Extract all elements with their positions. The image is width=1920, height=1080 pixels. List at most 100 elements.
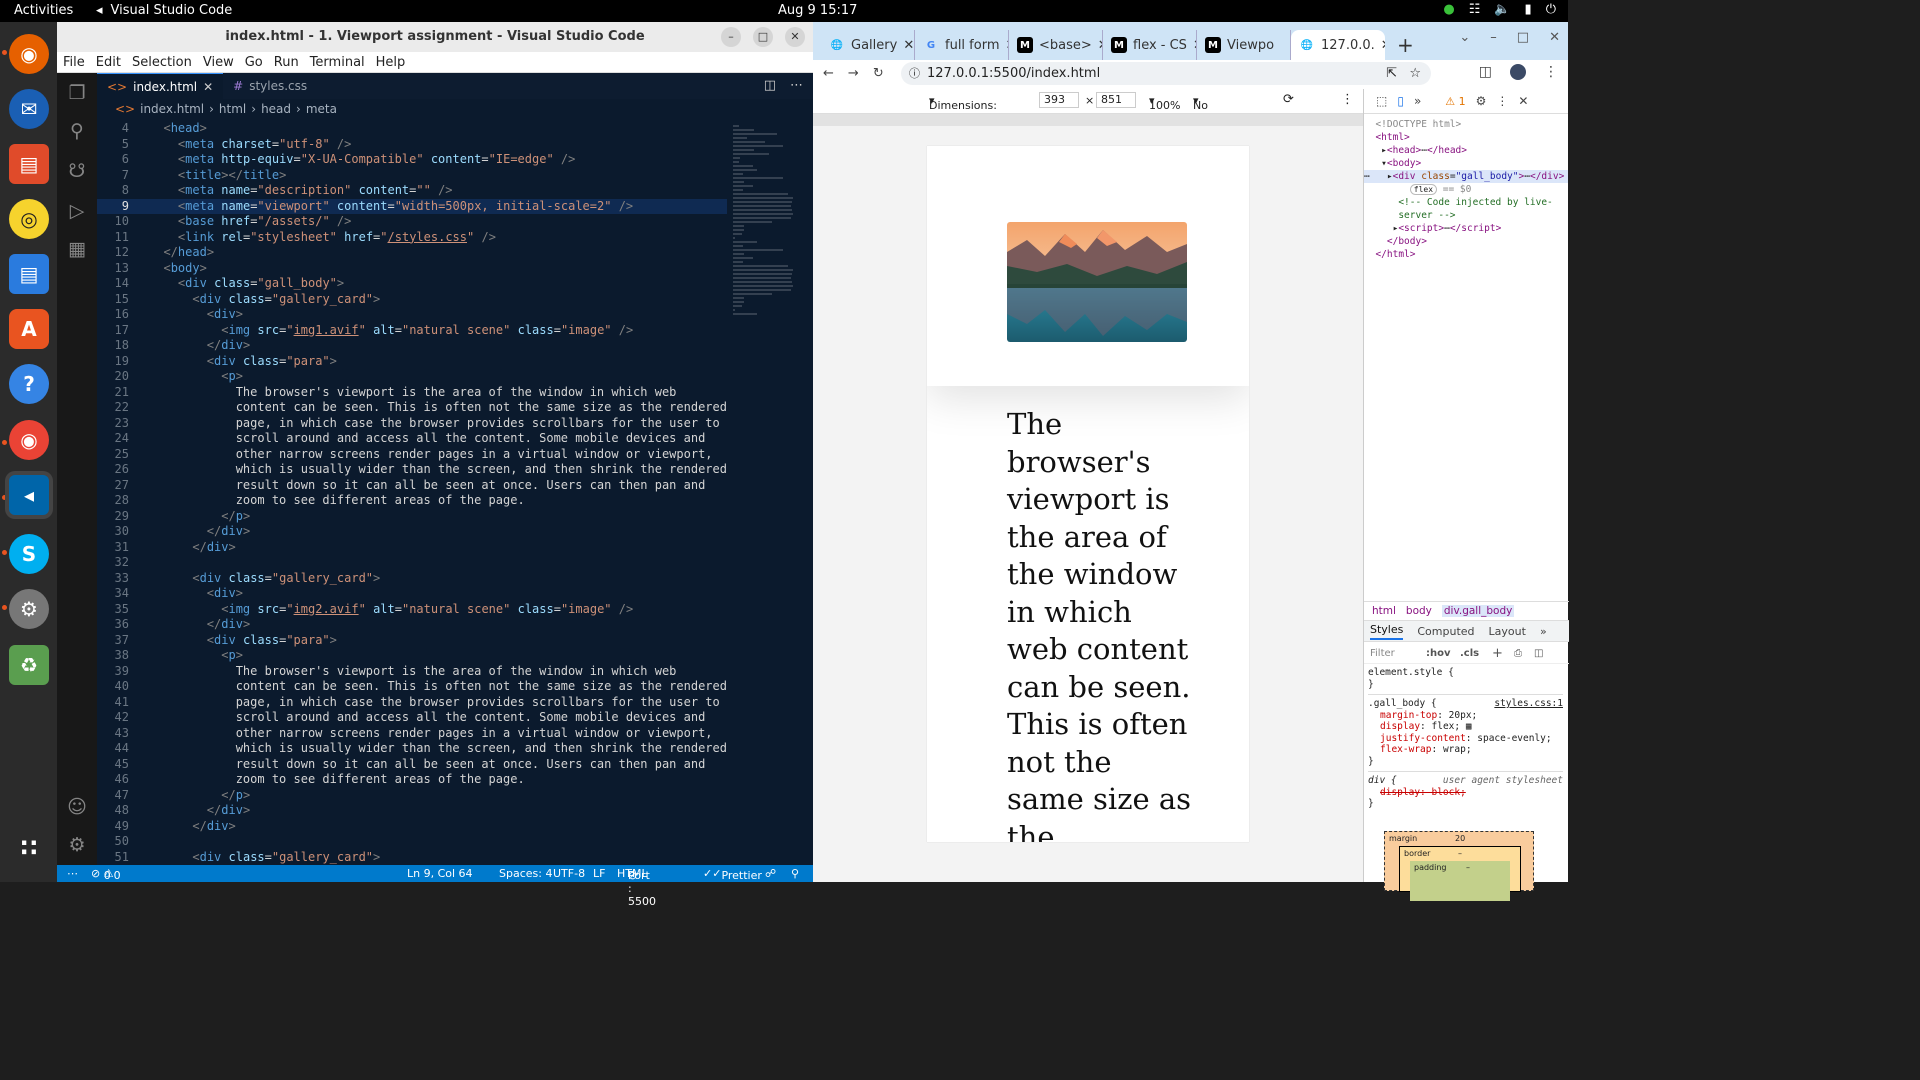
- menu-selection[interactable]: Selection: [132, 55, 192, 70]
- files-icon[interactable]: ▤: [9, 144, 49, 184]
- element-style-rule[interactable]: element.style {: [1368, 667, 1563, 679]
- indentation[interactable]: Spaces: 4: [499, 867, 552, 880]
- code-line[interactable]: 33 <div class="gallery_card">: [97, 571, 727, 587]
- flexbox-editor-icon[interactable]: ▦: [1466, 721, 1472, 732]
- share-icon[interactable]: ⇱: [1386, 62, 1397, 85]
- manage-gear-icon[interactable]: ⚙: [65, 833, 89, 857]
- tab-index-html[interactable]: <> index.html ✕: [97, 73, 224, 99]
- menu-edit[interactable]: Edit: [96, 55, 121, 70]
- dom-node[interactable]: ▸<script>⋯</script>: [1364, 222, 1568, 235]
- power-icon[interactable]: ⏻: [1546, 2, 1556, 17]
- code-line[interactable]: 38 <p>: [97, 648, 727, 664]
- code-line[interactable]: 39 The browser's viewport is the area of…: [97, 664, 727, 680]
- css-property[interactable]: display: flex; ▦: [1368, 721, 1563, 733]
- browser-tab[interactable]: 🌐 Gallery ✕: [821, 30, 915, 60]
- browser-tab-active[interactable]: 🌐 127.0.0. ✕: [1291, 30, 1385, 60]
- menu-file[interactable]: File: [63, 55, 85, 70]
- computed-sidebar-icon[interactable]: ◫: [1534, 644, 1543, 664]
- feedback-icon[interactable]: ☍: [765, 867, 776, 880]
- media-query-ruler[interactable]: [813, 114, 1363, 126]
- code-line[interactable]: 48 </div>: [97, 803, 727, 819]
- browser-tab[interactable]: M flex - CS ✕: [1103, 30, 1197, 60]
- tab-styles-css[interactable]: # styles.css: [223, 73, 317, 99]
- code-line[interactable]: 8 <meta name="description" content="" />: [97, 183, 727, 199]
- throttling-select[interactable]: No throttling ▾: [1193, 94, 1244, 125]
- maximize-icon[interactable]: □: [753, 27, 773, 47]
- dom-node[interactable]: <!DOCTYPE html>: [1364, 118, 1568, 131]
- dom-node[interactable]: ▾<body>: [1364, 157, 1568, 170]
- code-line[interactable]: 18 </div>: [97, 338, 727, 354]
- search-icon[interactable]: ⚲: [65, 119, 89, 143]
- dom-node[interactable]: </html>: [1364, 248, 1568, 261]
- code-line[interactable]: 25 other narrow screens render pages in …: [97, 447, 727, 463]
- code-line[interactable]: 37 <div class="para">: [97, 633, 727, 649]
- new-rule-icon[interactable]: +: [1492, 644, 1503, 664]
- code-line[interactable]: 23 page, in which case the browser provi…: [97, 416, 727, 432]
- breadcrumb-item[interactable]: meta: [306, 102, 337, 116]
- dom-node[interactable]: <!-- Code injected by live-: [1364, 196, 1568, 209]
- end-of-line[interactable]: LF: [593, 867, 605, 880]
- reload-icon[interactable]: ↻: [873, 66, 884, 81]
- rhythmbox-icon[interactable]: ◎: [9, 199, 49, 239]
- avatar[interactable]: [1510, 64, 1526, 80]
- code-line[interactable]: 46 zoom to see different areas of the pa…: [97, 772, 727, 788]
- border-value[interactable]: –: [1458, 849, 1462, 858]
- code-line[interactable]: 36 </div>: [97, 617, 727, 633]
- back-icon[interactable]: ←: [823, 66, 834, 81]
- tab-search-icon[interactable]: ⌄: [1459, 30, 1470, 45]
- breadcrumb-item[interactable]: html: [219, 102, 246, 116]
- problems-indicator[interactable]: ⊘ 0 ⚠ 0: [91, 867, 121, 882]
- app-center-icon[interactable]: A: [9, 309, 49, 349]
- code-editor[interactable]: 4 <head> 5 <meta charset="utf-8" /> 6 <met…: [97, 121, 727, 865]
- code-line-current[interactable]: 9 <meta name="viewport" content="width=5…: [97, 198, 727, 214]
- help-icon[interactable]: ?: [9, 364, 49, 404]
- styles-filter-input[interactable]: Filter: [1370, 648, 1395, 659]
- code-line[interactable]: 19 <div class="para">: [97, 354, 727, 370]
- code-line[interactable]: 50: [97, 834, 727, 850]
- window-title-bar[interactable]: index.html - 1. Viewport assignment - Vi…: [57, 22, 813, 52]
- vscode-icon[interactable]: ◂: [9, 475, 49, 515]
- devtools-settings-icon[interactable]: ⚙: [1476, 94, 1487, 108]
- zoom-select[interactable]: 100% ▾: [1149, 94, 1180, 112]
- minimap[interactable]: [731, 121, 801, 865]
- minimize-icon[interactable]: –: [721, 27, 741, 47]
- code-line[interactable]: 42 scroll around and access all the cont…: [97, 710, 727, 726]
- dom-node[interactable]: flex == $0: [1364, 183, 1568, 196]
- dom-node[interactable]: <html>: [1364, 131, 1568, 144]
- more-tabs-icon[interactable]: »: [1540, 625, 1547, 638]
- device-more-icon[interactable]: ⋮: [1341, 92, 1354, 107]
- code-line[interactable]: 28 zoom to see different areas of the pa…: [97, 493, 727, 509]
- new-tab-button[interactable]: +: [1397, 30, 1414, 60]
- dom-node[interactable]: server -->: [1364, 209, 1568, 222]
- extensions-icon[interactable]: ▦: [65, 237, 89, 261]
- margin-value[interactable]: 20: [1455, 834, 1465, 843]
- system-tray[interactable]: ● ☷ 🔈 ▮ ⏻: [1443, 2, 1556, 17]
- warning-badge[interactable]: ⚠ 1: [1445, 95, 1465, 108]
- tab-computed[interactable]: Computed: [1417, 625, 1474, 638]
- close-tab-icon[interactable]: ✕: [903, 38, 914, 53]
- close-tab-icon[interactable]: ✕: [1381, 38, 1385, 53]
- account-icon[interactable]: ☺: [65, 795, 89, 819]
- device-toggle-icon[interactable]: ▯: [1397, 94, 1404, 108]
- code-line[interactable]: 47 </p>: [97, 788, 727, 804]
- run-debug-icon[interactable]: ▷: [65, 199, 89, 223]
- more-actions-icon[interactable]: ⋯: [790, 78, 803, 93]
- code-line[interactable]: 5 <meta charset="utf-8" />: [97, 137, 727, 153]
- css-property[interactable]: justify-content: space-evenly;: [1368, 733, 1563, 745]
- ua-rule[interactable]: div { user agent stylesheet: [1368, 771, 1563, 787]
- tab-layout[interactable]: Layout: [1489, 625, 1526, 638]
- devtools-menu-icon[interactable]: ⋮: [1496, 94, 1508, 108]
- code-line[interactable]: 29 </p>: [97, 509, 727, 525]
- explorer-icon[interactable]: ❐: [65, 81, 89, 105]
- css-property[interactable]: flex-wrap: wrap;: [1368, 744, 1563, 756]
- volume-icon[interactable]: 🔈: [1494, 2, 1510, 17]
- css-property[interactable]: margin-top: 20px;: [1368, 710, 1563, 722]
- chrome-menu-icon[interactable]: ⋮: [1544, 64, 1558, 80]
- code-line[interactable]: 13 <body>: [97, 261, 727, 277]
- active-app-menu[interactable]: ◂ Visual Studio Code: [96, 3, 232, 18]
- code-line[interactable]: 10 <base href="/assets/" />: [97, 214, 727, 230]
- prettier-status[interactable]: ✓✓ Prettier: [703, 867, 762, 882]
- code-line[interactable]: 41 page, in which case the browser provi…: [97, 695, 727, 711]
- code-line[interactable]: 12 </head>: [97, 245, 727, 261]
- hov-toggle[interactable]: :hov: [1426, 644, 1451, 664]
